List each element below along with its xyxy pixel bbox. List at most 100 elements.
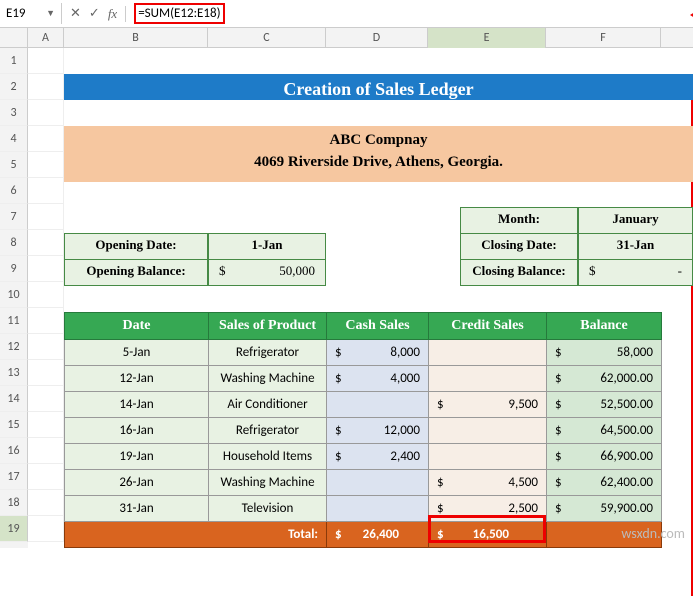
cell-credit[interactable]: $4,500	[429, 470, 547, 496]
cell-cash[interactable]: $8,000	[327, 340, 429, 366]
cell-product[interactable]: Refrigerator	[209, 418, 327, 444]
company-name: ABC Compnay	[64, 132, 693, 154]
cell-date[interactable]: 16-Jan	[65, 418, 209, 444]
col-header-F[interactable]: F	[546, 28, 661, 48]
cell-cash[interactable]	[327, 392, 429, 418]
column-headers: A B C D E F	[0, 28, 693, 48]
cell-balance[interactable]: $62,400.00	[547, 470, 662, 496]
cell-reference: E19	[6, 6, 26, 21]
row-header[interactable]: 9	[0, 256, 28, 282]
cell-cash[interactable]: $4,000	[327, 366, 429, 392]
opening-date-label: Opening Date:	[64, 233, 208, 260]
cell-product[interactable]: Air Conditioner	[209, 392, 327, 418]
row-header[interactable]: 3	[0, 100, 28, 126]
cell-cash[interactable]: $12,000	[327, 418, 429, 444]
cell-date[interactable]: 14-Jan	[65, 392, 209, 418]
closing-date-label: Closing Date:	[460, 233, 578, 260]
row-header[interactable]: 7	[0, 204, 28, 230]
page-title: Creation of Sales Ledger	[64, 74, 693, 100]
row-headers: 1 2 3 4 5 6 7 8 9 10 11 12 13 14 15 16 1…	[0, 48, 28, 548]
row-header[interactable]: 1	[0, 48, 28, 74]
row-header[interactable]: 8	[0, 230, 28, 256]
th-balance: Balance	[547, 313, 662, 340]
cell-cash[interactable]: $2,400	[327, 444, 429, 470]
total-cash[interactable]: $26,400	[327, 522, 429, 548]
cell-cash[interactable]	[327, 470, 429, 496]
closing-balance-label: Closing Balance:	[460, 259, 578, 286]
name-box-dropdown-icon[interactable]: ▼	[46, 8, 55, 19]
cell-product[interactable]: Refrigerator	[209, 340, 327, 366]
row-header[interactable]: 13	[0, 360, 28, 386]
cell-credit[interactable]: $9,500	[429, 392, 547, 418]
cell-date[interactable]: 12-Jan	[65, 366, 209, 392]
company-address: 4069 Riverside Drive, Athens, Georgia.	[64, 154, 693, 176]
cell-credit[interactable]	[429, 444, 547, 470]
table-row: 19-JanHousehold Items$2,400 $66,900.00	[65, 444, 662, 470]
cancel-icon[interactable]: ✕	[70, 6, 81, 21]
cell-balance[interactable]: $52,500.00	[547, 392, 662, 418]
opening-balance-label: Opening Balance:	[64, 259, 208, 286]
table-header-row: Date Sales of Product Cash Sales Credit …	[65, 313, 662, 340]
cell-product[interactable]: Washing Machine	[209, 470, 327, 496]
total-row: Total: $26,400 $16,500	[65, 522, 662, 548]
closing-date-value[interactable]: 31-Jan	[578, 233, 693, 260]
cell-credit[interactable]	[429, 366, 547, 392]
formula-input[interactable]: =SUM(E12:E18)	[126, 0, 693, 27]
select-all-triangle[interactable]	[0, 28, 28, 48]
cells-area[interactable]: Creation of Sales Ledger ABC Compnay 406…	[28, 48, 693, 548]
row-header[interactable]: 5	[0, 152, 28, 178]
cell-cash[interactable]	[327, 496, 429, 522]
formula-bar: E19 ▼ ✕ ✓ fx =SUM(E12:E18)	[0, 0, 693, 28]
cell-balance[interactable]: $66,900.00	[547, 444, 662, 470]
cell-credit[interactable]	[429, 340, 547, 366]
confirm-icon[interactable]: ✓	[89, 6, 100, 21]
row-header[interactable]: 6	[0, 178, 28, 204]
table-row: 14-JanAir Conditioner $9,500$52,500.00	[65, 392, 662, 418]
month-value[interactable]: January	[578, 207, 693, 234]
cell-balance[interactable]: $62,000.00	[547, 366, 662, 392]
col-header-A[interactable]: A	[28, 28, 64, 48]
cell-product[interactable]: Television	[209, 496, 327, 522]
cell-product[interactable]: Household Items	[209, 444, 327, 470]
ledger-table: Date Sales of Product Cash Sales Credit …	[64, 312, 662, 548]
cell-date[interactable]: 5-Jan	[65, 340, 209, 366]
cell-credit[interactable]	[429, 418, 547, 444]
row-header[interactable]: 12	[0, 334, 28, 360]
company-box: ABC Compnay 4069 Riverside Drive, Athens…	[64, 126, 693, 182]
cell-date[interactable]: 19-Jan	[65, 444, 209, 470]
total-credit[interactable]: $16,500	[429, 522, 547, 548]
table-row: 26-JanWashing Machine $4,500$62,400.00	[65, 470, 662, 496]
row-header[interactable]: 11	[0, 308, 28, 334]
closing-balance-value[interactable]: $-	[578, 259, 693, 286]
total-label: Total:	[65, 522, 327, 548]
row-header[interactable]: 16	[0, 438, 28, 464]
fx-icon[interactable]: fx	[108, 6, 117, 22]
row-header[interactable]: 19	[0, 516, 28, 542]
th-credit: Credit Sales	[429, 313, 547, 340]
row-header[interactable]: 2	[0, 74, 28, 100]
opening-balance-value[interactable]: $50,000	[208, 259, 326, 286]
th-date: Date	[65, 313, 209, 340]
row-header[interactable]: 10	[0, 282, 28, 308]
col-header-B[interactable]: B	[64, 28, 208, 48]
row-header[interactable]: 4	[0, 126, 28, 152]
row-header[interactable]: 15	[0, 412, 28, 438]
col-header-C[interactable]: C	[208, 28, 326, 48]
row-header[interactable]: 14	[0, 386, 28, 412]
table-row: 16-JanRefrigerator$12,000 $64,500.00	[65, 418, 662, 444]
table-row: 31-JanTelevision $2,500$59,900.00	[65, 496, 662, 522]
row-header[interactable]: 17	[0, 464, 28, 490]
cell-date[interactable]: 26-Jan	[65, 470, 209, 496]
cell-date[interactable]: 31-Jan	[65, 496, 209, 522]
cell-product[interactable]: Washing Machine	[209, 366, 327, 392]
row-header[interactable]: 18	[0, 490, 28, 516]
cell-credit[interactable]: $2,500	[429, 496, 547, 522]
cell-balance[interactable]: $58,000	[547, 340, 662, 366]
col-header-E[interactable]: E	[428, 28, 546, 48]
name-box[interactable]: E19 ▼	[0, 3, 62, 24]
cell-balance[interactable]: $59,900.00	[547, 496, 662, 522]
opening-date-value[interactable]: 1-Jan	[208, 233, 326, 260]
col-header-D[interactable]: D	[326, 28, 428, 48]
cell-balance[interactable]: $64,500.00	[547, 418, 662, 444]
table-row: 5-JanRefrigerator$8,000 $58,000	[65, 340, 662, 366]
